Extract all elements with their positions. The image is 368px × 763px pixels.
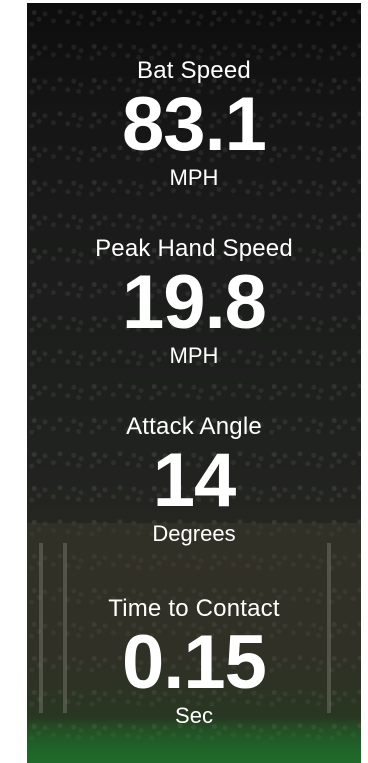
- metric-unit: Degrees: [152, 521, 236, 546]
- metric-unit: MPH: [169, 165, 219, 190]
- metric-attack-angle: Attack Angle 14 Degrees: [27, 413, 361, 547]
- metric-value: 0.15: [122, 620, 267, 705]
- metrics-panel: Bat Speed 83.1 MPH Peak Hand Speed 19.8 …: [27, 3, 361, 763]
- metric-unit: MPH: [169, 343, 219, 368]
- metric-value: 19.8: [122, 260, 267, 345]
- metric-label: Peak Hand Speed: [95, 235, 293, 262]
- metric-peak-hand-speed: Peak Hand Speed 19.8 MPH: [27, 235, 361, 369]
- metric-value: 14: [152, 438, 237, 523]
- swing-metrics-screen: Bat Speed 83.1 MPH Peak Hand Speed 19.8 …: [27, 3, 361, 763]
- metric-time-to-contact: Time to Contact 0.15 Sec: [27, 595, 361, 729]
- metric-bat-speed: Bat Speed 83.1 MPH: [27, 57, 361, 191]
- metric-value: 83.1: [122, 82, 267, 167]
- metric-label: Time to Contact: [108, 595, 280, 622]
- metric-label: Bat Speed: [137, 57, 251, 84]
- metric-unit: Sec: [175, 703, 213, 728]
- metric-label: Attack Angle: [126, 413, 262, 440]
